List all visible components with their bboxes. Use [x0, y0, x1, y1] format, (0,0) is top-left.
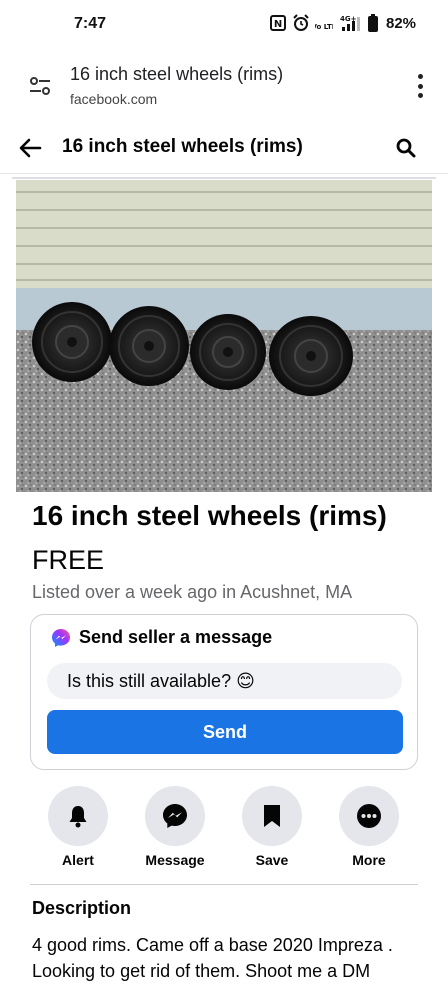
- action-buttons-row: Alert Message Save More: [0, 786, 448, 870]
- url-page-title[interactable]: 16 inch steel wheels (rims): [70, 64, 283, 85]
- browser-menu-button[interactable]: [410, 72, 430, 100]
- status-bar: 7:47 N Vo LTE 4G+ 82%: [0, 0, 448, 50]
- message-circle[interactable]: [145, 786, 205, 846]
- more-label: More: [352, 852, 386, 868]
- listing-title: 16 inch steel wheels (rims): [32, 500, 387, 531]
- message-input[interactable]: Is this still available? 😊: [47, 663, 402, 699]
- save-circle[interactable]: [242, 786, 302, 846]
- messenger-icon: [163, 804, 187, 828]
- message-label: Message: [145, 852, 205, 868]
- listing-photo[interactable]: [16, 180, 432, 492]
- battery-percent: 82%: [386, 14, 417, 32]
- bell-icon: [69, 806, 87, 828]
- message-card-header: Send seller a message: [51, 627, 272, 648]
- page-header: 16 inch steel wheels (rims): [0, 122, 448, 174]
- listing-meta[interactable]: Listed over a week ago in Acushnet, MA: [32, 582, 352, 603]
- message-card-title: Send seller a message: [79, 627, 273, 647]
- nfc-label: N: [274, 19, 282, 30]
- more-button[interactable]: More: [329, 786, 409, 868]
- status-time: 7:47: [74, 15, 107, 32]
- status-icons: N Vo LTE 4G+ 82%: [270, 14, 416, 32]
- listing-price: FREE: [32, 545, 105, 575]
- more-circle[interactable]: [339, 786, 399, 846]
- menu-dot: [417, 83, 423, 89]
- message-button[interactable]: Message: [135, 786, 215, 868]
- messenger-icon: [51, 628, 71, 648]
- volte-icon: Vo LTE: [315, 14, 333, 32]
- bookmark-icon: [264, 805, 280, 827]
- alarm-icon: [292, 14, 310, 32]
- menu-dot: [417, 93, 423, 98]
- more-icon: [357, 804, 381, 828]
- volte-label: Vo LTE: [315, 23, 333, 31]
- page-title: 16 inch steel wheels (rims): [62, 136, 303, 157]
- alert-circle[interactable]: [48, 786, 108, 846]
- browser-url-bar: 16 inch steel wheels (rims) facebook.com: [0, 50, 448, 122]
- alert-button[interactable]: Alert: [38, 786, 118, 868]
- alert-label: Alert: [62, 852, 94, 868]
- search-icon[interactable]: [394, 136, 418, 160]
- site-settings-icon[interactable]: [28, 74, 52, 98]
- url-domain[interactable]: facebook.com: [70, 91, 157, 107]
- menu-dot: [417, 74, 423, 79]
- save-label: Save: [255, 852, 289, 868]
- message-seller-card: Send seller a message Is this still avai…: [30, 614, 418, 770]
- header-divider: [12, 177, 436, 179]
- back-arrow-icon[interactable]: [16, 134, 44, 162]
- save-button[interactable]: Save: [232, 786, 312, 868]
- description-body: 4 good rims. Came off a base 2020 Imprez…: [32, 935, 393, 981]
- send-button[interactable]: Send: [47, 710, 403, 754]
- signal-icon: 4G+: [338, 14, 362, 32]
- battery-icon: [368, 14, 378, 32]
- section-divider: [30, 884, 418, 885]
- description-heading: Description: [32, 898, 132, 918]
- nfc-icon: N: [270, 15, 286, 31]
